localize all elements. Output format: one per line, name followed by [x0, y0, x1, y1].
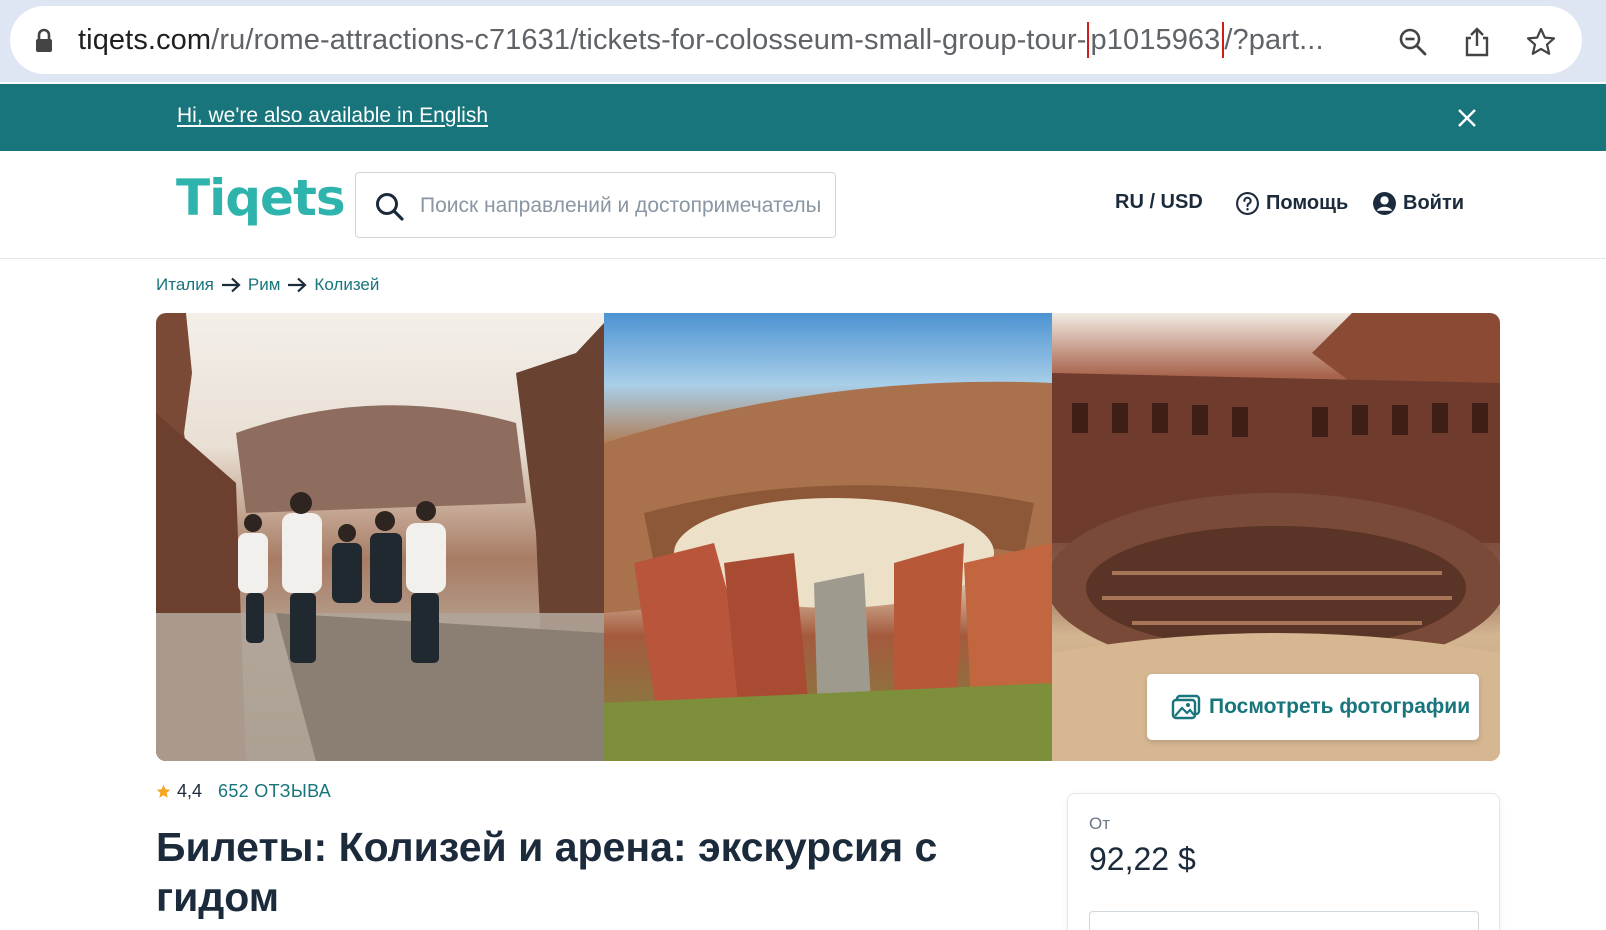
search-icon — [376, 193, 404, 221]
gallery-photo-tour-group[interactable] — [156, 313, 604, 761]
url-product-id-highlight: p1015963 — [1086, 22, 1225, 58]
switch-to-english-link[interactable]: Hi, we're also available in English — [177, 104, 488, 128]
rating-score: 4,4 — [177, 781, 203, 801]
lock-icon — [36, 28, 52, 52]
price-from-label: От — [1089, 814, 1111, 833]
user-icon — [1373, 192, 1396, 215]
language-banner: Hi, we're also available in English — [0, 84, 1606, 151]
url-host: tiqets.com — [78, 24, 212, 56]
help-link[interactable]: Помощь — [1235, 191, 1348, 216]
arrow-right-icon — [288, 277, 308, 293]
url-text[interactable]: tiqets.com/ru/rome-attractions-c71631/ti… — [78, 22, 1390, 58]
tiqets-logo[interactable]: Tiqets — [176, 169, 346, 227]
breadcrumb-rome[interactable]: Рим — [248, 275, 281, 295]
search-box[interactable] — [355, 172, 836, 238]
product-title: Билеты: Колизей и арена: экскурсия с гид… — [156, 824, 938, 920]
login-label: Войти — [1403, 192, 1465, 214]
star-icon — [156, 784, 171, 798]
url-path: /ru/rome-attractions-c71631/tickets-for-… — [211, 24, 1087, 56]
close-icon[interactable] — [1455, 106, 1479, 130]
help-icon — [1236, 192, 1259, 215]
view-photos-label: Посмотреть фотографии — [1209, 695, 1471, 718]
share-icon[interactable] — [1461, 26, 1493, 58]
price-card: От 92,22 $ — [1067, 793, 1500, 930]
url-query: /?part... — [1224, 24, 1324, 56]
site-header: Tiqets RU / USD Помощь Войти — [0, 151, 1606, 259]
price-value: 92,22 $ — [1089, 841, 1196, 877]
date-selector[interactable] — [1089, 911, 1479, 930]
locale-label: RU / USD — [1115, 191, 1203, 213]
rating-row: 4,4 652 ОТЗЫВА — [156, 781, 331, 802]
breadcrumb-colosseum[interactable]: Колизей — [314, 275, 379, 295]
browser-toolbar: tiqets.com/ru/rome-attractions-c71631/ti… — [0, 0, 1606, 82]
address-bar[interactable]: tiqets.com/ru/rome-attractions-c71631/ti… — [10, 6, 1582, 74]
gallery-photo-arena[interactable] — [604, 313, 1052, 761]
view-photos-button[interactable]: Посмотреть фотографии — [1147, 674, 1479, 740]
breadcrumb: Италия Рим Колизей — [156, 275, 379, 295]
login-link[interactable]: Войти — [1372, 191, 1464, 216]
search-input[interactable] — [420, 187, 820, 225]
photos-icon — [1171, 694, 1201, 720]
reviews-link[interactable]: 652 ОТЗЫВА — [218, 781, 331, 802]
help-label: Помощь — [1266, 192, 1349, 214]
bookmark-star-icon[interactable] — [1525, 26, 1557, 58]
locale-currency-selector[interactable]: RU / USD — [1115, 191, 1203, 214]
zoom-out-icon[interactable] — [1397, 26, 1429, 58]
colosseum-walkway-image — [156, 313, 604, 761]
arrow-right-icon — [221, 277, 241, 293]
colosseum-arena-image — [604, 381, 1052, 761]
breadcrumb-italy[interactable]: Италия — [156, 275, 214, 295]
